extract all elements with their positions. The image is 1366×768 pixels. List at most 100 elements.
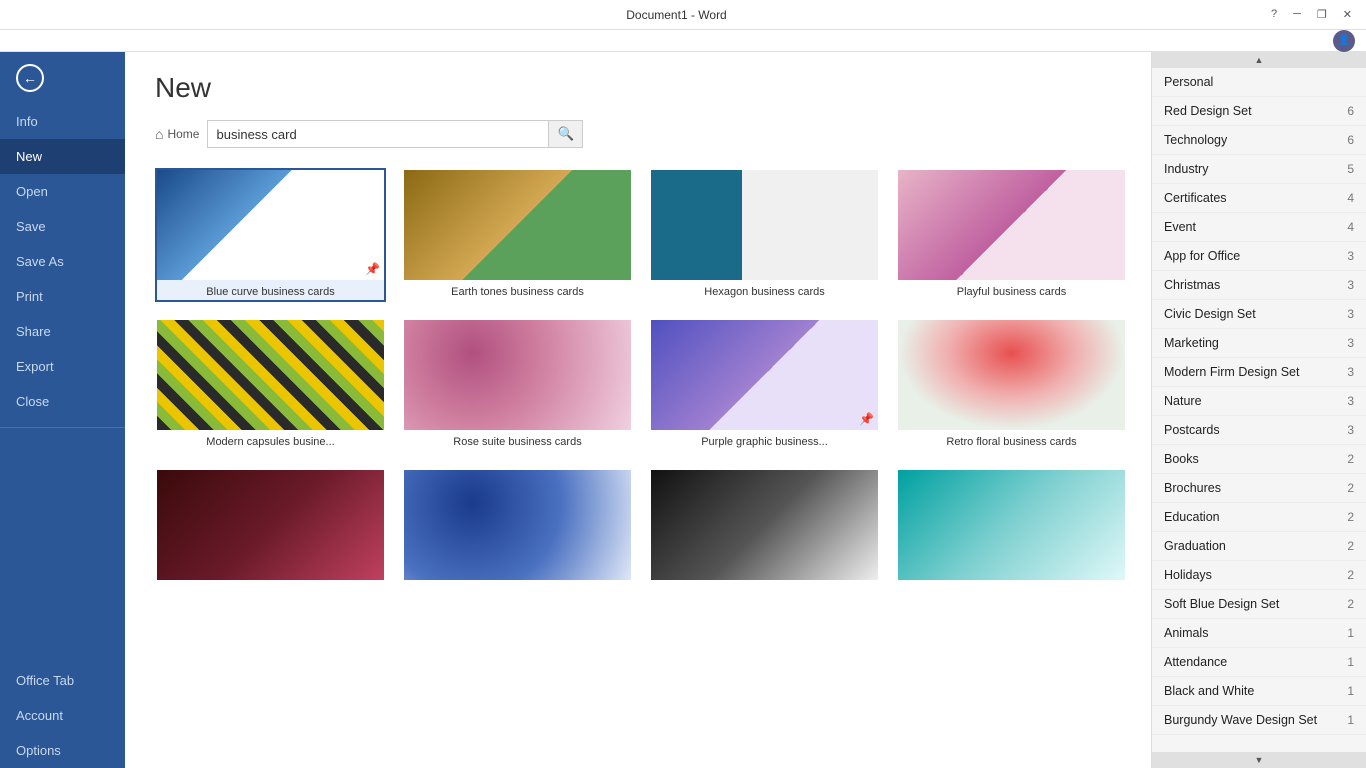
template-label-retro-floral: Retro floral business cards [898, 430, 1125, 450]
sidebar-item-export[interactable]: Export [0, 349, 125, 384]
template-card-retro-floral[interactable]: Retro floral business cards [896, 318, 1127, 452]
back-button[interactable]: ← [0, 52, 125, 104]
category-label: Civic Design Set [1164, 307, 1256, 321]
template-label-hexagon: Hexagon business cards [651, 280, 878, 300]
home-label: Home [167, 127, 199, 141]
template-card-hexagon[interactable]: Hexagon business cards [649, 168, 880, 302]
template-thumb-purple-graphic: 📌 [651, 320, 878, 430]
templates-scroll[interactable]: 📌Blue curve business cards Earth tones bu… [155, 168, 1131, 768]
category-label: Education [1164, 510, 1220, 524]
category-item-civic-design[interactable]: Civic Design Set3 [1152, 300, 1366, 329]
category-label: Graduation [1164, 539, 1226, 553]
category-label: Holidays [1164, 568, 1212, 582]
template-card-dark-floral[interactable] [155, 468, 386, 590]
template-card-blue-circles[interactable] [402, 468, 633, 590]
sidebar-item-office-tab[interactable]: Office Tab [0, 663, 125, 698]
category-item-industry[interactable]: Industry5 [1152, 155, 1366, 184]
category-item-black-white[interactable]: Black and White1 [1152, 677, 1366, 706]
template-card-purple-graphic[interactable]: 📌Purple graphic business... [649, 318, 880, 452]
category-label: Animals [1164, 626, 1208, 640]
pin-icon: 📌 [365, 262, 380, 276]
template-thumb-hexagon [651, 170, 878, 280]
template-card-playful[interactable]: Playful business cards [896, 168, 1127, 302]
category-item-red-design[interactable]: Red Design Set6 [1152, 97, 1366, 126]
sidebar-item-close[interactable]: Close [0, 384, 125, 419]
template-thumb-teal-card [898, 470, 1125, 580]
category-item-brochures[interactable]: Brochures2 [1152, 474, 1366, 503]
close-button[interactable]: ✕ [1337, 6, 1358, 23]
right-panel: ▲ Personal Red Design Set6Technology6Indu… [1151, 52, 1366, 768]
category-item-education[interactable]: Education 2 [1152, 503, 1366, 532]
category-label: Personal [1164, 75, 1213, 89]
category-item-technology[interactable]: Technology6 [1152, 126, 1366, 155]
category-item-soft-blue[interactable]: Soft Blue Design Set2 [1152, 590, 1366, 619]
category-item-animals[interactable]: Animals1 [1152, 619, 1366, 648]
minimize-button[interactable]: ─ [1287, 6, 1307, 23]
template-thumb-rose-suite [404, 320, 631, 430]
template-label-earth-tones: Earth tones business cards [404, 280, 631, 300]
sidebar-item-save[interactable]: Save [0, 209, 125, 244]
category-item-modern-firm[interactable]: Modern Firm Design Set3 [1152, 358, 1366, 387]
search-input[interactable] [208, 122, 548, 147]
category-item-marketing[interactable]: Marketing 3 [1152, 329, 1366, 358]
search-button[interactable]: 🔍 [548, 121, 582, 147]
help-button[interactable]: ? [1265, 6, 1283, 23]
category-list: Personal Red Design Set6Technology6Indust… [1152, 68, 1366, 735]
category-item-certificates[interactable]: Certificates4 [1152, 184, 1366, 213]
templates-grid: 📌Blue curve business cards Earth tones bu… [155, 168, 1127, 610]
category-count: 2 [1347, 597, 1354, 611]
template-thumb-blue-circles [404, 470, 631, 580]
category-count: 5 [1347, 162, 1354, 176]
category-count: 2 [1347, 510, 1354, 524]
sidebar-item-print[interactable]: Print [0, 279, 125, 314]
category-item-graduation[interactable]: Graduation2 [1152, 532, 1366, 561]
category-item-christmas[interactable]: Christmas3 [1152, 271, 1366, 300]
sidebar-divider [0, 427, 125, 428]
category-label: Nature [1164, 394, 1202, 408]
category-count: 3 [1347, 249, 1354, 263]
search-input-wrap: 🔍 [207, 120, 583, 148]
sidebar-item-share[interactable]: Share [0, 314, 125, 349]
category-label: Burgundy Wave Design Set [1164, 713, 1317, 727]
template-card-modern-cap[interactable]: Modern capsules busine... [155, 318, 386, 452]
category-label: Postcards [1164, 423, 1220, 437]
sidebar-item-account[interactable]: Account [0, 698, 125, 733]
sidebar-item-options[interactable]: Options [0, 733, 125, 768]
category-count: 1 [1347, 655, 1354, 669]
category-scroll[interactable]: Personal Red Design Set6Technology6Indust… [1152, 68, 1366, 752]
scroll-up-button[interactable]: ▲ [1152, 52, 1366, 68]
titlebar-controls[interactable]: ? ─ ❐ ✕ [1265, 6, 1358, 23]
template-card-black-arrow[interactable] [649, 468, 880, 590]
main-layout: ← InfoNewOpenSaveSave AsPrintShareExport… [0, 52, 1366, 768]
search-bar: ⌂ Home 🔍 [155, 120, 1131, 148]
pin-icon: 📌 [859, 412, 874, 426]
template-card-teal-card[interactable] [896, 468, 1127, 590]
home-link[interactable]: ⌂ Home [155, 126, 199, 142]
sidebar-item-new[interactable]: New [0, 139, 125, 174]
user-avatar-area[interactable]: 👤 [1330, 30, 1358, 52]
template-card-rose-suite[interactable]: Rose suite business cards [402, 318, 633, 452]
category-count: 3 [1347, 336, 1354, 350]
category-item-personal[interactable]: Personal [1152, 68, 1366, 97]
category-item-burgundy-wave[interactable]: Burgundy Wave Design Set1 [1152, 706, 1366, 735]
sidebar-item-open[interactable]: Open [0, 174, 125, 209]
sidebar-item-info[interactable]: Info [0, 104, 125, 139]
category-item-attendance[interactable]: Attendance1 [1152, 648, 1366, 677]
template-card-earth-tones[interactable]: Earth tones business cards [402, 168, 633, 302]
back-icon[interactable]: ← [16, 64, 44, 92]
template-card-blue-curve[interactable]: 📌Blue curve business cards [155, 168, 386, 302]
restore-button[interactable]: ❐ [1311, 6, 1333, 23]
category-label: Modern Firm Design Set [1164, 365, 1299, 379]
sidebar-nav: InfoNewOpenSaveSave AsPrintShareExportCl… [0, 104, 125, 419]
category-item-holidays[interactable]: Holidays2 [1152, 561, 1366, 590]
category-item-app-for-office[interactable]: App for Office3 [1152, 242, 1366, 271]
category-count: 4 [1347, 220, 1354, 234]
category-item-books[interactable]: Books2 [1152, 445, 1366, 474]
scroll-down-button[interactable]: ▼ [1152, 752, 1366, 768]
category-item-nature[interactable]: Nature3 [1152, 387, 1366, 416]
category-item-postcards[interactable]: Postcards3 [1152, 416, 1366, 445]
category-label: Technology [1164, 133, 1227, 147]
category-label: Marketing [1164, 336, 1219, 350]
sidebar-item-save-as[interactable]: Save As [0, 244, 125, 279]
category-item-event[interactable]: Event4 [1152, 213, 1366, 242]
